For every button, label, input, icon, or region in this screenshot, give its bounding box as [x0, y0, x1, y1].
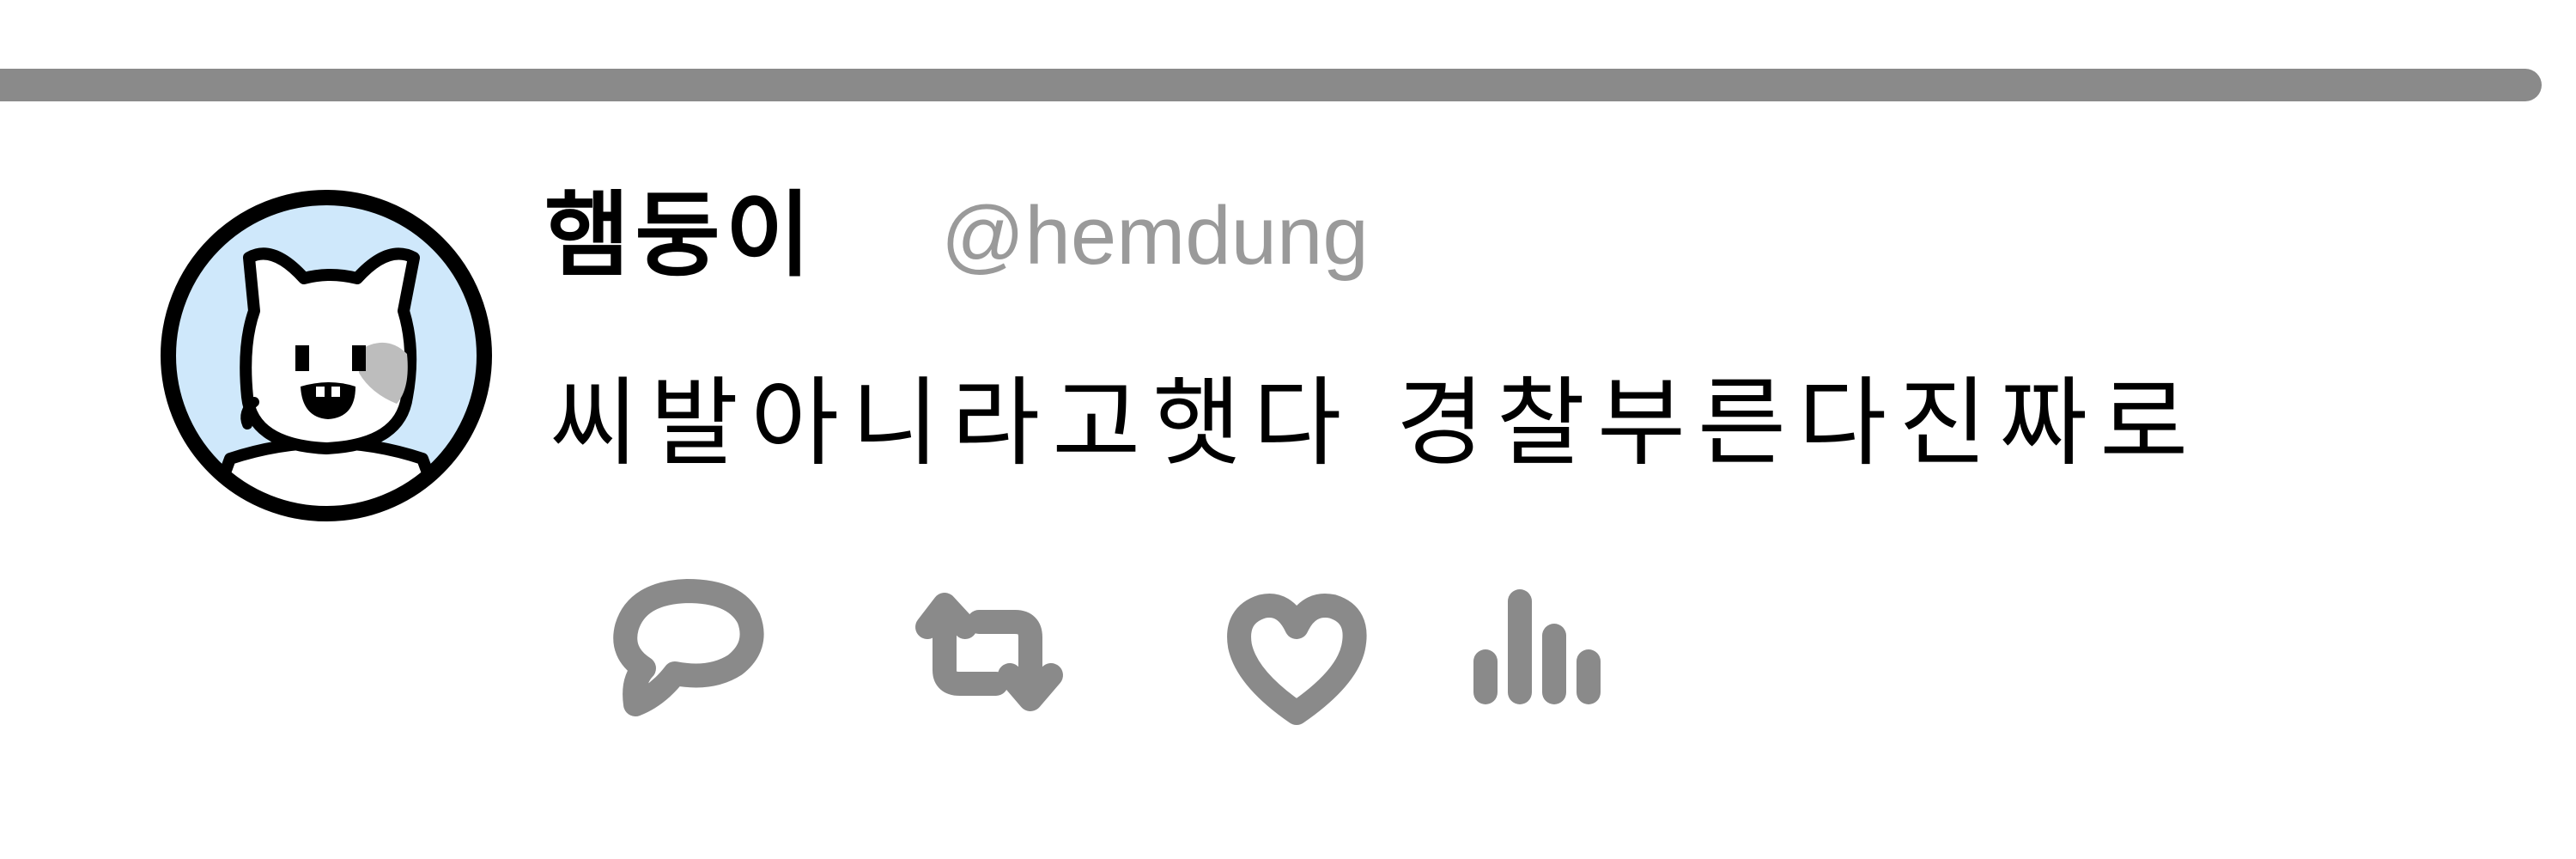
user-handle[interactable]: @hemdung [941, 172, 1369, 301]
heart-icon [1227, 594, 1367, 725]
bar-chart-icon [1473, 589, 1601, 704]
views-button[interactable] [1451, 567, 1640, 739]
retweet-button[interactable] [893, 567, 1082, 739]
retweet-arrows-icon [915, 593, 1063, 711]
speech-bubble-icon [613, 579, 764, 716]
avatar[interactable] [153, 182, 500, 529]
reply-button[interactable] [584, 567, 773, 739]
display-name[interactable]: 햄둥이 [544, 172, 816, 301]
tweet-actions-bar [584, 567, 1700, 739]
tweet-text: 씨발아니라고햇다 경찰부른다진짜로 [550, 368, 2201, 479]
top-divider [0, 69, 2542, 101]
tweet-card: 햄둥이 @hemdung 씨발아니라고햇다 경찰부른다진짜로 [0, 0, 2576, 859]
like-button[interactable] [1202, 567, 1391, 739]
